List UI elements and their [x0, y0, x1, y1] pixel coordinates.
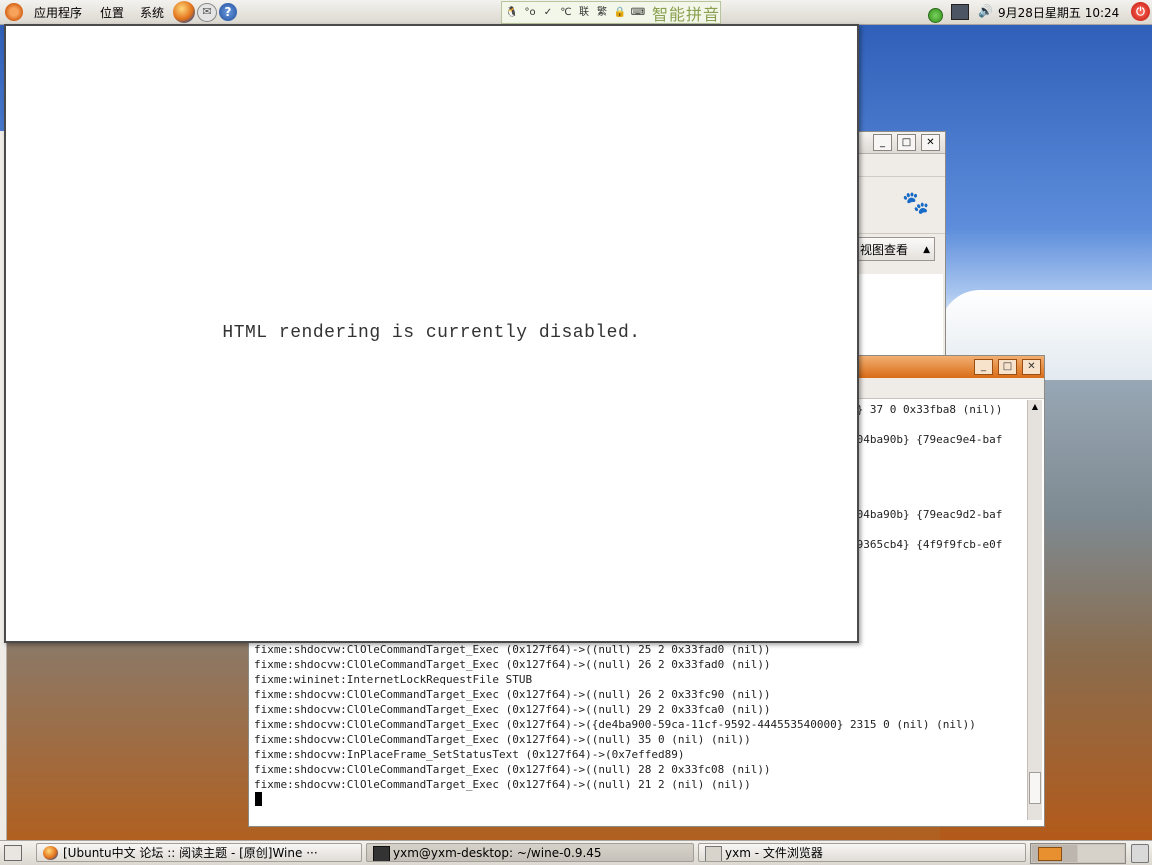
monitor-icon[interactable]: [951, 4, 969, 20]
clock[interactable]: 9月28日星期五 10:24: [998, 4, 1119, 21]
task-firefox-label: [Ubuntu中文 论坛 :: 阅读主题 - [原创]Wine ···: [63, 846, 318, 860]
terminal-line: fixme:shdocvw:ClOleCommandTarget_Exec (0…: [254, 703, 771, 716]
terminal-scrollbar[interactable]: ▲: [1027, 400, 1042, 820]
maximize-button[interactable]: □: [897, 134, 916, 151]
terminal-icon: [373, 846, 390, 861]
network-status-icon[interactable]: [920, 2, 943, 23]
top-panel: 应用程序 位置 系统 ✉ ? 🐧 °o ✓ ℃ 联 繁 🔒 ⌨ 智能拼音 🔊 9…: [0, 0, 1152, 25]
menu-applications[interactable]: 应用程序: [34, 4, 82, 21]
ime-feather-icon[interactable]: ✓: [540, 5, 556, 21]
ime-lian-button[interactable]: 联: [576, 5, 592, 21]
terminal-line: fixme:shdocvw:ClOleCommandTarget_Exec (0…: [254, 688, 771, 701]
ime-lock-icon[interactable]: 🔒: [612, 5, 628, 21]
scroll-up-arrow-icon[interactable]: ▲: [1028, 400, 1042, 414]
workspace-switcher[interactable]: [1030, 843, 1126, 864]
rendering-disabled-message: HTML rendering is currently disabled.: [222, 323, 641, 343]
volume-icon[interactable]: 🔊: [978, 4, 993, 18]
minimize-button[interactable]: _: [873, 134, 892, 151]
terminal-line: fixme:shdocvw:ClOleCommandTarget_Exec (0…: [254, 733, 751, 746]
ubuntu-logo-icon[interactable]: [5, 3, 23, 21]
file-browser-toolbar: 🐾: [856, 176, 945, 234]
terminal-cursor: [255, 792, 262, 806]
gnome-foot-icon: 🐾: [902, 191, 930, 216]
menu-places[interactable]: 位置: [100, 4, 124, 21]
firefox-launcher-icon[interactable]: [173, 1, 195, 23]
terminal-minimize-button[interactable]: _: [974, 359, 993, 375]
view-as-value: 视图查看: [860, 243, 909, 257]
terminal-line: fixme:wininet:InternetLockRequestFile ST…: [254, 673, 533, 686]
updown-arrow-icon: ▲: [923, 245, 930, 255]
mail-launcher-icon[interactable]: ✉: [197, 3, 217, 22]
task-file-browser[interactable]: yxm - 文件浏览器: [698, 843, 1026, 862]
task-file-browser-label: yxm - 文件浏览器: [725, 846, 823, 860]
ime-keyboard-icon[interactable]: ⌨: [630, 5, 646, 21]
firefox-icon: [43, 846, 58, 860]
show-desktop-icon[interactable]: [4, 845, 22, 861]
terminal-line: fixme:shdocvw:ClOleCommandTarget_Exec (0…: [254, 763, 771, 776]
ime-penguin-icon[interactable]: 🐧: [504, 5, 520, 21]
terminal-line: fixme:shdocvw:ClOleCommandTarget_Exec (0…: [254, 778, 751, 791]
ime-toolbar: 🐧 °o ✓ ℃ 联 繁 🔒 ⌨ 智能拼音: [501, 1, 721, 24]
task-terminal[interactable]: yxm@yxm-desktop: ~/wine-0.9.45: [366, 843, 694, 862]
view-as-select[interactable]: 视图查看 ▲: [856, 237, 935, 261]
terminal-line: fixme:shdocvw:ClOleCommandTarget_Exec (0…: [254, 718, 976, 731]
ime-mode-label[interactable]: 智能拼音: [652, 1, 720, 25]
file-browser-content[interactable]: [856, 274, 943, 362]
task-firefox[interactable]: [Ubuntu中文 论坛 :: 阅读主题 - [原创]Wine ···: [36, 843, 362, 862]
html-viewer-window[interactable]: HTML rendering is currently disabled.: [4, 24, 859, 643]
ime-width-icon[interactable]: ℃: [558, 5, 574, 21]
power-icon[interactable]: ⏻: [1131, 2, 1150, 21]
file-browser-window: _ □ ✕ 🐾 视图查看 ▲: [855, 131, 946, 365]
terminal-line: fixme:shdocvw:ClOleCommandTarget_Exec (0…: [254, 658, 771, 671]
folder-icon: [705, 846, 722, 861]
terminal-line: fixme:shdocvw:ClOleCommandTarget_Exec (0…: [254, 643, 771, 656]
terminal-maximize-button[interactable]: □: [998, 359, 1017, 375]
close-button[interactable]: ✕: [921, 134, 940, 151]
bottom-panel: [Ubuntu中文 论坛 :: 阅读主题 - [原创]Wine ··· yxm@…: [0, 840, 1152, 865]
help-launcher-icon[interactable]: ?: [219, 3, 237, 21]
trash-icon[interactable]: [1131, 844, 1149, 863]
ime-punctuation-icon[interactable]: °o: [522, 5, 538, 21]
ime-traditional-button[interactable]: 繁: [594, 5, 610, 21]
workspace-window-thumbnail: [1038, 847, 1062, 861]
terminal-line: fixme:shdocvw:InPlaceFrame_SetStatusText…: [254, 748, 685, 761]
terminal-close-button[interactable]: ✕: [1022, 359, 1041, 375]
workspace-2[interactable]: [1078, 845, 1124, 862]
scroll-thumb[interactable]: [1029, 772, 1041, 804]
task-terminal-label: yxm@yxm-desktop: ~/wine-0.9.45: [393, 846, 602, 860]
menu-system[interactable]: 系统: [140, 4, 164, 21]
